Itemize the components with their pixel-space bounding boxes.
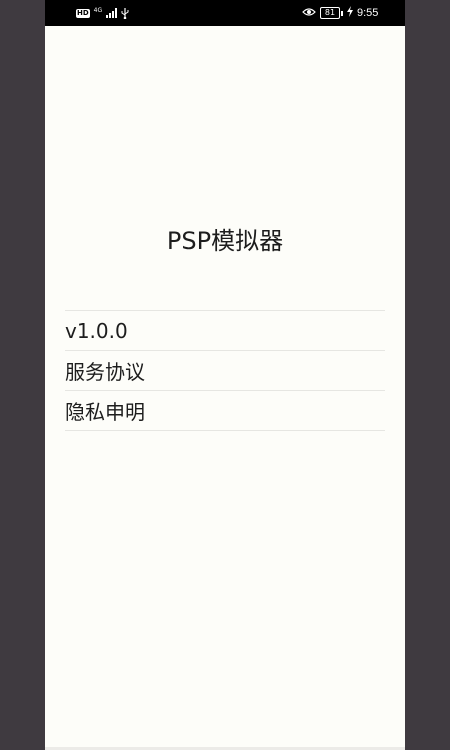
version-label: v1.0.0 <box>65 318 128 343</box>
status-left-group: HD 4G <box>76 6 129 20</box>
hd-icon: HD <box>76 8 90 18</box>
network-type-label: 4G <box>93 6 103 14</box>
battery-icon: 81 <box>320 7 343 19</box>
privacy-statement-link[interactable]: 隐私申明 <box>65 391 385 431</box>
privacy-statement-label: 隐私申明 <box>65 400 145 424</box>
version-row: v1.0.0 <box>65 311 385 351</box>
service-agreement-label: 服务协议 <box>65 360 145 384</box>
clock: 9:55 <box>357 7 379 19</box>
status-right-group: 81 9:55 <box>302 5 405 21</box>
phone-screen: HD 4G 81 9:55 PSP模拟器 v1.0.0 服务协议 隐私申明 <box>45 0 405 750</box>
battery-level: 81 <box>320 7 340 19</box>
charging-icon <box>347 6 353 20</box>
status-bar: HD 4G 81 9:55 <box>45 0 405 26</box>
service-agreement-link[interactable]: 服务协议 <box>65 351 385 391</box>
app-title: PSP模拟器 <box>166 227 284 255</box>
eye-icon <box>302 7 316 20</box>
usb-icon <box>121 7 129 19</box>
menu-list: v1.0.0 服务协议 隐私申明 <box>65 310 385 431</box>
signal-icon <box>106 8 118 18</box>
